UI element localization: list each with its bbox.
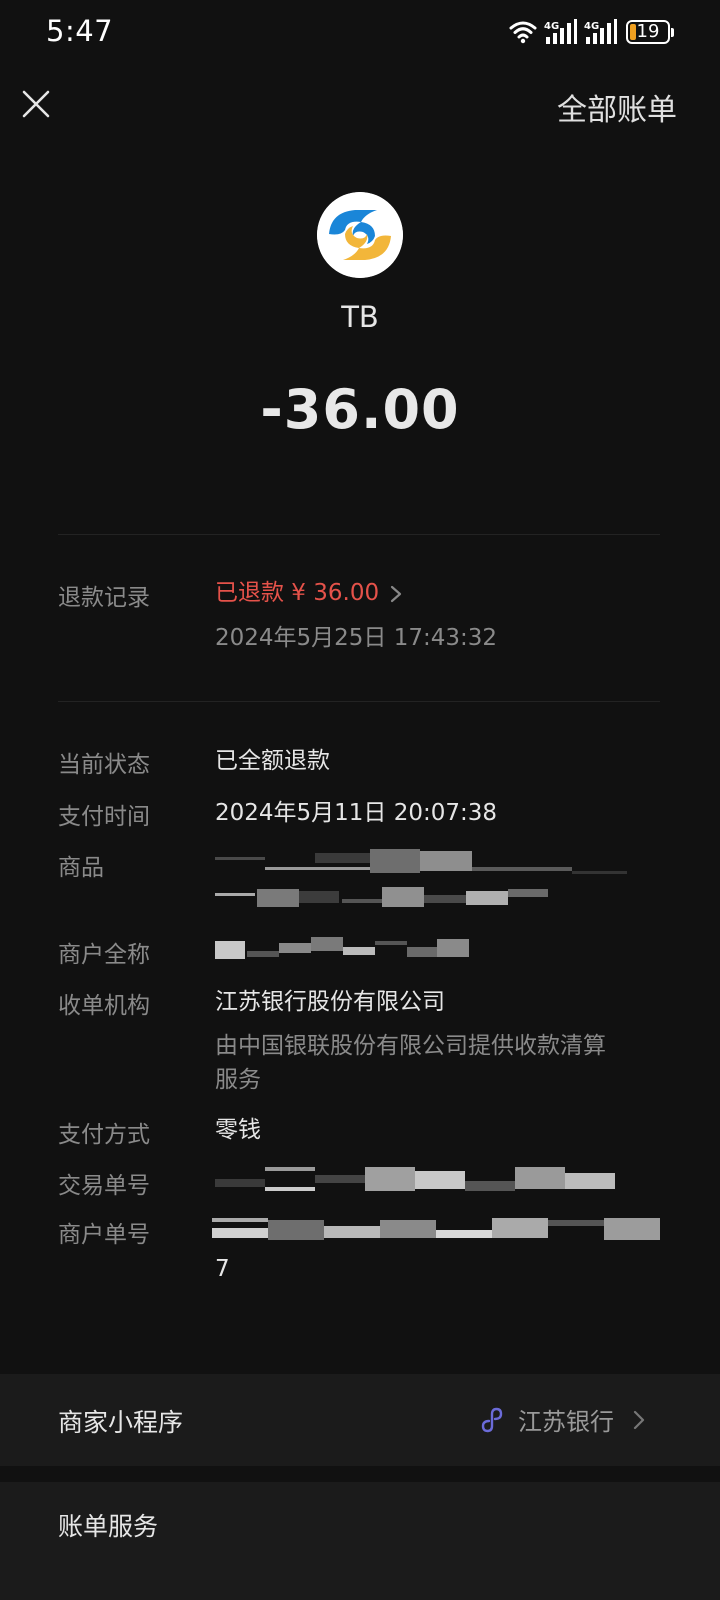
chevron-right-icon bbox=[391, 585, 402, 602]
divider bbox=[58, 701, 660, 702]
battery-tip bbox=[671, 27, 674, 37]
signal-icon: 4G bbox=[584, 19, 617, 44]
merchant-name: TB bbox=[341, 300, 379, 334]
acquirer-label: 收单机构 bbox=[58, 993, 150, 1019]
mini-program-link[interactable]: 江苏银行 bbox=[478, 1402, 658, 1437]
pay-time-label: 支付时间 bbox=[58, 804, 150, 830]
divider bbox=[58, 534, 660, 535]
all-bills-link[interactable]: 全部账单 bbox=[557, 85, 677, 129]
close-icon bbox=[22, 90, 50, 118]
bill-service-label: 账单服务 bbox=[58, 1512, 159, 1541]
pay-method-label: 支付方式 bbox=[58, 1122, 150, 1148]
battery-level: 19 bbox=[636, 21, 660, 42]
bill-detail-screen: 5:47 4G 4G 19 全部账单 TB -36.00 退款记录 已退款 ¥ … bbox=[0, 0, 720, 1600]
refund-record-label: 退款记录 bbox=[58, 585, 150, 611]
signal-icon: 4G bbox=[544, 19, 577, 44]
transaction-number-redacted bbox=[215, 1167, 615, 1197]
merchant-number-tail: 7 bbox=[215, 1256, 230, 1282]
wifi-icon bbox=[509, 21, 537, 44]
svg-text:4G: 4G bbox=[544, 21, 559, 32]
close-button[interactable] bbox=[18, 86, 54, 122]
current-status-value: 已全额退款 bbox=[215, 748, 330, 774]
pay-method-value: 零钱 bbox=[215, 1117, 261, 1143]
transaction-number-label: 交易单号 bbox=[58, 1173, 150, 1199]
merchant-full-name-redacted bbox=[215, 937, 470, 967]
merchant-full-name-label: 商户全称 bbox=[58, 942, 150, 968]
merchant-number-redacted bbox=[212, 1218, 662, 1248]
merchant-number-label: 商户单号 bbox=[58, 1222, 150, 1248]
mini-program-label: 商家小程序 bbox=[58, 1408, 184, 1437]
product-redacted bbox=[215, 847, 627, 877]
product-label: 商品 bbox=[58, 855, 104, 881]
battery-icon: 19 bbox=[626, 20, 670, 44]
current-status-label: 当前状态 bbox=[58, 752, 150, 778]
svg-text:4G: 4G bbox=[584, 21, 599, 32]
product-redacted-line2 bbox=[215, 887, 555, 917]
acquirer-sub-line1: 由中国银联股份有限公司提供收款清算 bbox=[215, 1033, 606, 1059]
status-icons: 4G 4G 19 bbox=[508, 18, 674, 46]
merchant-logo bbox=[317, 192, 403, 278]
transaction-amount: -36.00 bbox=[260, 378, 460, 441]
refund-status: 已退款 ¥ 36.00 bbox=[215, 580, 380, 606]
pay-time-value: 2024年5月11日 20:07:38 bbox=[215, 800, 498, 826]
acquirer-value: 江苏银行股份有限公司 bbox=[215, 989, 445, 1015]
mini-program-icon bbox=[481, 1407, 503, 1432]
status-time: 5:47 bbox=[46, 14, 114, 48]
jiangsu-bank-logo bbox=[317, 192, 403, 278]
chevron-right-icon bbox=[633, 1410, 645, 1429]
mini-program-name: 江苏银行 bbox=[518, 1408, 614, 1436]
mini-program-row[interactable]: 商家小程序 江苏银行 bbox=[0, 1374, 720, 1466]
refund-time: 2024年5月25日 17:43:32 bbox=[215, 625, 498, 651]
acquirer-sub-line2: 服务 bbox=[215, 1067, 261, 1093]
bill-service-section: 账单服务 bbox=[0, 1482, 720, 1600]
refund-record-link[interactable]: 已退款 ¥ 36.00 bbox=[215, 575, 403, 611]
status-bar: 5:47 4G 4G 19 bbox=[0, 0, 720, 64]
